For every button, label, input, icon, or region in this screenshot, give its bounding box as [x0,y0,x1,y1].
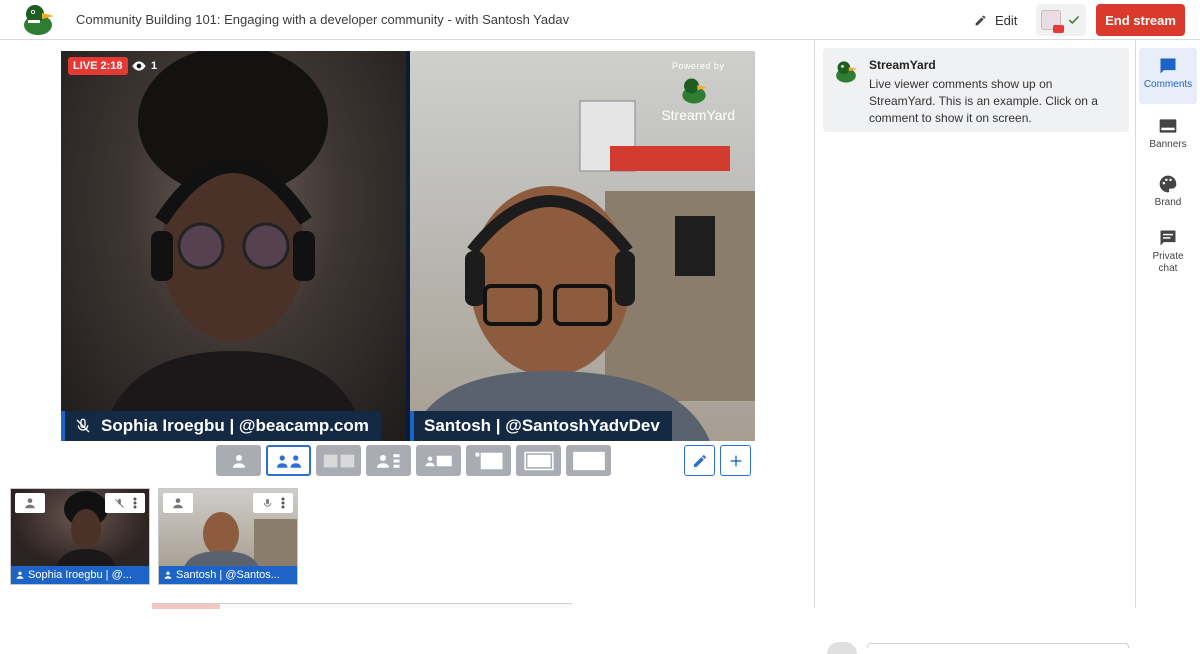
name-tag-sophia: Sophia Iroegbu | @beacamp.com [61,411,381,441]
name-tag-label: Santosh | @SantoshYadvDev [424,416,660,435]
sidebar-item-brand[interactable]: Brand [1139,166,1197,208]
leader-icon [376,453,399,468]
cinema-icon [523,451,554,470]
camera-feed-sophia: LIVE 2:18 1 Sophia Iroegbu | @beacamp.co… [61,51,406,441]
pencil-icon [975,15,986,25]
thumbnail-name: Santosh | @Santos... [176,569,280,581]
layout-fullscreen-button[interactable] [566,445,611,476]
broadcast-stage: LIVE 2:18 1 Sophia Iroegbu | @beacamp.co… [61,51,755,441]
more-options-icon[interactable] [281,497,285,509]
pencil-icon [693,454,706,467]
layout-solo-button[interactable] [216,445,261,476]
layout-cinema-button[interactable] [516,445,561,476]
pip-icon [475,452,502,469]
layout-toolbar [216,445,611,476]
youtube-icon [1053,25,1064,33]
palette-icon [1159,175,1177,193]
streamyard-watermark-logo [682,78,708,104]
destination-avatar [1041,10,1064,33]
more-options-icon[interactable] [133,497,137,509]
layout-group-button[interactable] [316,445,361,476]
streamyard-logo[interactable] [20,3,56,37]
person-icon [232,454,245,468]
layout-side-by-side-button[interactable] [266,445,311,476]
person-icon [25,498,35,509]
thumbnail-name: Sophia Iroegbu | @... [28,569,132,581]
mic-muted-icon[interactable] [114,498,125,509]
end-stream-button[interactable]: End stream [1096,4,1185,36]
thumbnail-controls [253,493,293,513]
chat-icon [1160,230,1176,246]
sidebar-item-label: Brand [1154,197,1182,208]
sidebar-item-label: Comments [1143,79,1193,90]
add-layout-button[interactable] [720,445,751,476]
top-bar: Community Building 101: Engaging with a … [0,0,1200,40]
sidebar-item-label: Banners [1149,139,1187,150]
screen-share-icon [425,455,452,466]
comment-author: StreamYard [869,58,936,72]
live-timer-badge: LIVE 2:18 [68,57,128,75]
comment-input[interactable] [867,643,1129,648]
layout-leader-button[interactable] [366,445,411,476]
viewer-count-value: 1 [151,60,158,72]
mic-muted-icon [76,418,90,433]
streamyard-avatar [836,61,858,83]
right-sidebar: Comments Banners Brand Private chat [1137,40,1200,608]
sidebar-item-banners[interactable]: Banners [1139,108,1197,150]
commenter-avatar [827,642,857,654]
sidebar-item-label: Private chat [1152,251,1184,274]
comment-icon [1160,58,1176,74]
viewer-count: 1 [131,57,157,75]
comment-card[interactable]: StreamYard Live viewer comments show up … [823,48,1129,132]
stage-divider [406,51,410,441]
powered-by-watermark: Powered by StreamYard [661,61,735,123]
thumbnail-label: Santosh | @Santos... [159,566,297,584]
watermark-brand: StreamYard [661,107,735,123]
person-icon [173,498,183,509]
bottom-control-bar [152,603,572,609]
plus-icon [730,455,741,466]
destination-button[interactable] [1036,4,1086,36]
thumbnail-label: Sophia Iroegbu | @... [11,566,149,584]
edit-layout-button[interactable] [684,445,715,476]
person-icon [164,571,172,579]
name-tag-label: Sophia Iroegbu | @beacamp.com [101,416,369,435]
layout-pip-button[interactable] [466,445,511,476]
name-tag-santosh: Santosh | @SantoshYadvDev [410,411,672,441]
person-silhouette [101,51,366,441]
participant-thumbnail-sophia[interactable]: Sophia Iroegbu | @... [10,488,150,585]
eye-icon [132,61,146,71]
sidebar-item-private-chat[interactable]: Private chat [1139,220,1197,275]
checkmark-icon [1068,15,1080,24]
comment-text: Live viewer comments show up on StreamYa… [869,77,1098,125]
comments-panel: StreamYard Live viewer comments show up … [814,40,1136,654]
layout-screen-button[interactable] [416,445,461,476]
thumbnail-controls [105,493,145,513]
add-to-stage-button[interactable] [15,493,45,513]
sidebar-item-comments[interactable]: Comments [1139,48,1197,104]
camera-feed-santosh: Powered by StreamYard Santosh | @Santosh… [410,51,755,441]
two-person-icon [276,454,301,468]
mic-icon[interactable] [262,498,273,509]
group-icon [323,454,354,467]
person-icon [16,571,24,579]
fullscreen-icon [572,451,605,470]
banner-icon [1159,119,1177,133]
participant-thumbnail-santosh[interactable]: Santosh | @Santos... [158,488,298,585]
bottom-control-segment [152,604,220,609]
add-to-stage-button[interactable] [163,493,193,513]
powered-by-text: Powered by [671,61,725,71]
edit-button[interactable]: Edit [966,6,1025,34]
broadcast-title: Community Building 101: Engaging with a … [76,12,570,27]
edit-label: Edit [995,12,1018,28]
